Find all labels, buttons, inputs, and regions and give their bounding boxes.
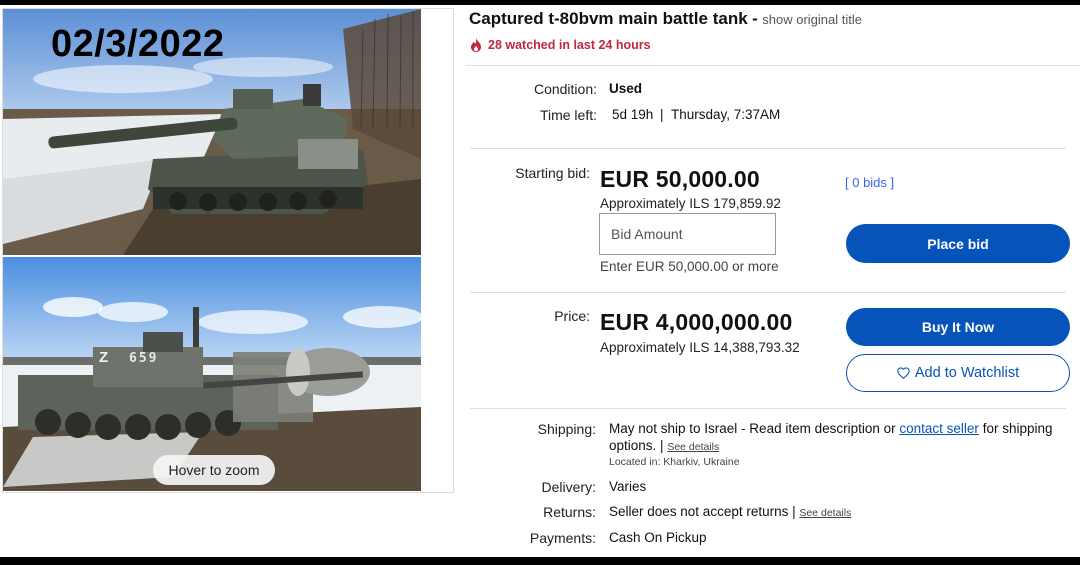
shipping-details: May not ship to Israel - Read item descr… [609, 420, 1069, 437]
buy-now-price: EUR 4,000,000.00 [600, 309, 793, 335]
item-location: Located in: Kharkiv, Ukraine [609, 456, 740, 468]
condition-label: Condition: [533, 81, 597, 97]
turret-number: 659 [129, 351, 159, 366]
payments-label: Payments: [529, 530, 596, 546]
returns-value: Seller does not accept returns | [609, 504, 796, 519]
main-photo[interactable]: 02/3/2022 [3, 9, 421, 255]
price-label: Price: [554, 308, 590, 324]
image-gallery[interactable]: 02/3/2022 Z 659 Hover to zoom [2, 8, 454, 493]
returns-see-details-link[interactable]: See details [799, 507, 851, 519]
watch-count-text: 28 watched in last 24 hours [488, 38, 651, 52]
time-left-value: 5d 19h [612, 107, 654, 122]
starting-bid-price: EUR 50,000.00 [600, 166, 760, 192]
bottom-border [0, 557, 1080, 565]
shipping-text-a: May not ship to Israel - Read item descr… [609, 421, 896, 436]
show-original-title-link[interactable]: show original title [762, 12, 862, 27]
time-left-separator: | [660, 107, 664, 122]
second-photo[interactable]: Z 659 Hover to zoom [3, 257, 421, 491]
starting-bid-approx: Approximately ILS 179,859.92 [600, 196, 781, 211]
shipping-options-line: options. | See details [609, 437, 719, 456]
buy-it-now-button[interactable]: Buy It Now [846, 308, 1070, 346]
title-separator: - [752, 9, 758, 28]
returns-label: Returns: [543, 504, 596, 520]
shipping-text-b: for shipping [982, 421, 1053, 436]
turret-z-marking: Z [99, 349, 109, 366]
auction-end-time: Thursday, 7:37AM [671, 107, 781, 122]
flame-icon [471, 38, 481, 52]
bids-count-link[interactable]: [ 0 bids ] [845, 175, 894, 190]
delivery-label: Delivery: [541, 479, 596, 495]
condition-value: Used [609, 81, 643, 96]
contact-seller-link[interactable]: contact seller [899, 421, 979, 436]
heart-icon [897, 367, 910, 379]
listing-title: Captured t-80bvm main battle tank [469, 9, 748, 28]
divider-condition [470, 148, 1066, 149]
divider-bid [470, 292, 1066, 293]
photo-date-overlay: 02/3/2022 [51, 23, 225, 65]
time-left-label: Time left: [539, 107, 597, 123]
listing-title-row: Captured t-80bvm main battle tank - show… [469, 9, 862, 29]
returns-value-row: Seller does not accept returns | See det… [609, 504, 851, 519]
divider-title [466, 65, 1080, 66]
payments-value: Cash On Pickup [609, 530, 707, 545]
bid-hint-text: Enter EUR 50,000.00 or more [600, 259, 779, 274]
shipping-text-c: options. | [609, 438, 664, 453]
watchers-indicator: 28 watched in last 24 hours [470, 38, 651, 52]
shipping-label: Shipping: [537, 421, 596, 437]
bid-amount-input[interactable] [599, 213, 776, 255]
delivery-value: Varies [609, 479, 647, 494]
hover-to-zoom-hint: Hover to zoom [153, 455, 275, 485]
add-to-watchlist-label: Add to Watchlist [914, 365, 1020, 381]
top-border [0, 0, 1080, 5]
add-to-watchlist-button[interactable]: Add to Watchlist [846, 354, 1070, 392]
buy-now-approx: Approximately ILS 14,388,793.32 [600, 340, 800, 355]
starting-bid-label: Starting bid: [515, 165, 590, 181]
place-bid-button[interactable]: Place bid [846, 224, 1070, 263]
divider-buy-now [470, 408, 1066, 409]
shipping-see-details-link[interactable]: See details [667, 441, 719, 453]
